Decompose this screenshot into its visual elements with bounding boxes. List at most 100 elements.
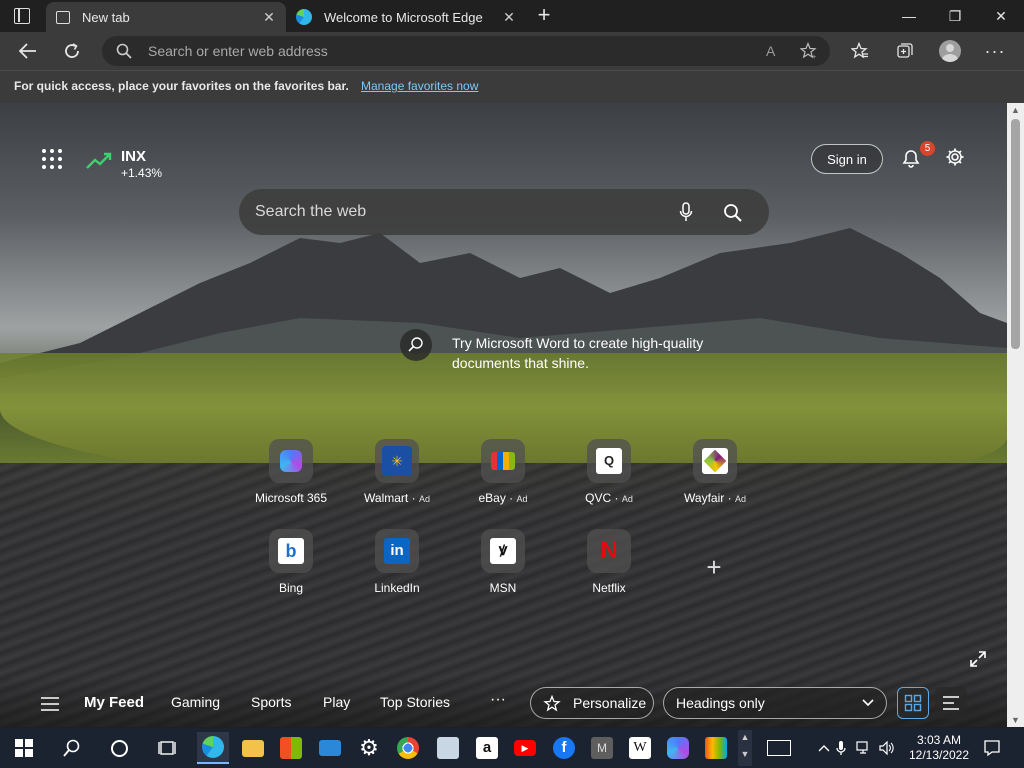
colorful-app-icon: [705, 737, 727, 759]
quick-link-qvc[interactable]: Q QVC · Ad: [564, 439, 654, 519]
add-favorite-icon[interactable]: +: [800, 42, 818, 60]
gear-icon: ⚙: [359, 735, 379, 760]
edge-icon: [202, 736, 224, 758]
taskbar-microsoft-365[interactable]: [662, 732, 694, 764]
task-view-button[interactable]: [151, 732, 183, 764]
chevron-down-icon[interactable]: ▼: [738, 744, 752, 764]
quick-link-microsoft-365[interactable]: Microsoft 365: [246, 439, 336, 519]
headings-select[interactable]: Headings only: [663, 687, 887, 719]
store-icon: [280, 737, 302, 759]
feed-tab-gaming[interactable]: Gaming: [171, 694, 220, 710]
quick-link-msn[interactable]: ꝟ MSN: [458, 529, 548, 609]
web-search-input[interactable]: [255, 189, 655, 235]
tab-actions-icon[interactable]: [14, 8, 30, 24]
microphone-tray-button[interactable]: [830, 732, 852, 764]
taskbar-wikipedia[interactable]: W: [624, 732, 656, 764]
quick-link-walmart[interactable]: ✳ Walmart · Ad: [352, 439, 442, 519]
address-bar[interactable]: A +: [102, 36, 830, 66]
taskbar-youtube[interactable]: ▶: [509, 732, 541, 764]
taskbar-edge[interactable]: [197, 732, 229, 764]
favorites-notice-bar: For quick access, place your favorites o…: [0, 70, 1024, 103]
app-launcher-icon[interactable]: [42, 149, 62, 169]
start-button[interactable]: [8, 732, 40, 764]
new-tab-button[interactable]: +: [533, 4, 555, 26]
feed-tab-top-stories[interactable]: Top Stories: [380, 694, 450, 710]
read-aloud-icon[interactable]: A: [766, 43, 775, 59]
scrollbar-thumb[interactable]: [1011, 119, 1020, 349]
manage-favorites-link[interactable]: Manage favorites now: [361, 79, 478, 93]
walmart-icon: ✳: [375, 439, 419, 483]
taskbar-scroll-control[interactable]: ▲ ▼: [738, 730, 752, 766]
taskbar-search-button[interactable]: [56, 732, 88, 764]
taskbar-clock[interactable]: 3:03 AM 12/13/2022: [906, 733, 972, 763]
new-tab-page: INX +1.43% Sign in 5 Try Microsoft Word …: [0, 103, 1007, 727]
refresh-icon: [65, 43, 79, 58]
search-icon[interactable]: [723, 203, 742, 222]
new-tab-page-icon: [56, 10, 70, 24]
refresh-button[interactable]: [57, 36, 87, 66]
volume-tray-button[interactable]: [876, 732, 898, 764]
restore-button[interactable]: ❐: [932, 0, 978, 32]
bing-icon: b: [269, 529, 313, 573]
page-scrollbar[interactable]: ▲ ▼: [1007, 103, 1024, 727]
favorites-button[interactable]: [845, 36, 875, 66]
tab-welcome[interactable]: Welcome to Microsoft Edge ✕: [286, 2, 526, 32]
wayfair-icon: [693, 439, 737, 483]
taskbar-settings[interactable]: ⚙: [353, 732, 385, 764]
taskbar-file-explorer[interactable]: [237, 732, 269, 764]
browser-toolbar: A + ···: [0, 32, 1024, 70]
feed-tab-play[interactable]: Play: [323, 694, 350, 710]
personalize-button[interactable]: Personalize: [530, 687, 654, 719]
avatar-icon: [939, 40, 961, 62]
quick-link-bing[interactable]: b Bing: [246, 529, 336, 609]
close-tab-icon[interactable]: ✕: [260, 8, 278, 26]
notification-center-icon: [984, 740, 1000, 757]
feed-more-button[interactable]: ···: [490, 691, 506, 709]
add-shortcut-button[interactable]: +: [700, 553, 728, 581]
action-center-button[interactable]: [976, 732, 1008, 764]
close-window-button[interactable]: ✕: [978, 0, 1024, 32]
sign-in-button[interactable]: Sign in: [811, 144, 883, 174]
taskbar-mail[interactable]: [314, 732, 346, 764]
list-view-button[interactable]: [935, 687, 967, 719]
close-tab-icon[interactable]: ✕: [500, 8, 518, 26]
feed-tab-my-feed[interactable]: My Feed: [84, 694, 144, 711]
expand-icon[interactable]: [970, 651, 986, 667]
scroll-down-arrow-icon[interactable]: ▼: [1007, 713, 1024, 727]
taskbar-facebook[interactable]: f: [548, 732, 580, 764]
taskbar-store[interactable]: [275, 732, 307, 764]
notifications-bell-icon[interactable]: [900, 147, 922, 169]
minimize-button[interactable]: —: [886, 0, 932, 32]
favorites-notice-text: For quick access, place your favorites o…: [14, 79, 349, 93]
quick-link-ebay[interactable]: eBay · Ad: [458, 439, 548, 519]
network-tray-button[interactable]: [853, 732, 875, 764]
tile-label: MSN: [489, 581, 517, 595]
taskbar-chrome[interactable]: [392, 732, 424, 764]
chevron-up-icon[interactable]: ▲: [738, 730, 752, 744]
quick-link-wayfair[interactable]: Wayfair · Ad: [670, 439, 760, 519]
tab-new-tab[interactable]: New tab ✕: [46, 2, 286, 32]
cortana-button[interactable]: [103, 732, 135, 764]
taskbar-app-m[interactable]: M: [586, 732, 618, 764]
feed-tab-sports[interactable]: Sports: [251, 694, 291, 710]
back-button[interactable]: [13, 36, 43, 66]
taskbar-news[interactable]: [763, 732, 795, 764]
collections-button[interactable]: [890, 36, 920, 66]
taskbar-app-colorful[interactable]: [700, 732, 732, 764]
scroll-up-arrow-icon[interactable]: ▲: [1007, 103, 1024, 117]
taskbar-control-panel[interactable]: [432, 732, 464, 764]
settings-more-button[interactable]: ···: [980, 36, 1010, 66]
quick-link-linkedin[interactable]: in LinkedIn: [352, 529, 442, 609]
hamburger-menu-icon[interactable]: [41, 697, 59, 711]
taskbar-amazon[interactable]: a: [471, 732, 503, 764]
favorites-icon: [851, 42, 868, 59]
grid-view-button[interactable]: [897, 687, 929, 719]
gear-icon[interactable]: [945, 147, 965, 167]
quick-link-netflix[interactable]: N Netflix: [564, 529, 654, 609]
web-search-box[interactable]: [239, 189, 769, 235]
chevron-down-icon: [862, 699, 874, 707]
profile-button[interactable]: [935, 36, 965, 66]
tab-bar: New tab ✕ Welcome to Microsoft Edge ✕ + …: [0, 0, 1024, 32]
microphone-icon[interactable]: [679, 202, 693, 222]
address-input[interactable]: [148, 36, 748, 66]
